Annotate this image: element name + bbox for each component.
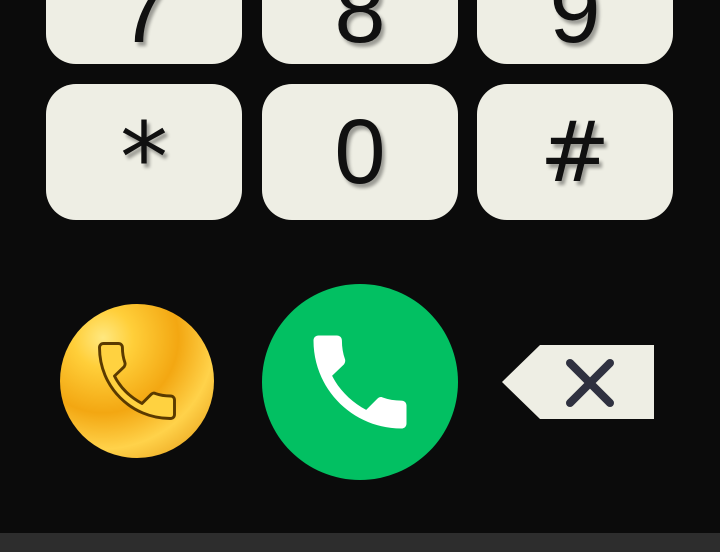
key-8[interactable]: 8 xyxy=(262,0,458,64)
call-button[interactable] xyxy=(262,284,458,480)
key-star-label: * xyxy=(120,102,168,214)
key-hash[interactable]: # xyxy=(477,84,673,220)
phone-handset-icon xyxy=(98,342,176,420)
key-7-label: 7 xyxy=(118,0,170,62)
phone-handset-icon xyxy=(313,335,407,429)
key-9-label: 9 xyxy=(549,0,601,62)
key-8-label: 8 xyxy=(334,0,386,62)
backspace-icon xyxy=(502,345,654,419)
key-9[interactable]: 9 xyxy=(477,0,673,64)
key-7[interactable]: 7 xyxy=(46,0,242,64)
alt-call-button[interactable] xyxy=(60,304,214,458)
key-star[interactable]: * xyxy=(46,84,242,220)
key-0[interactable]: 0 xyxy=(262,84,458,220)
key-0-label: 0 xyxy=(334,101,386,203)
key-hash-label: # xyxy=(539,103,611,201)
bottom-bar xyxy=(0,533,720,552)
backspace-button[interactable] xyxy=(502,345,656,419)
